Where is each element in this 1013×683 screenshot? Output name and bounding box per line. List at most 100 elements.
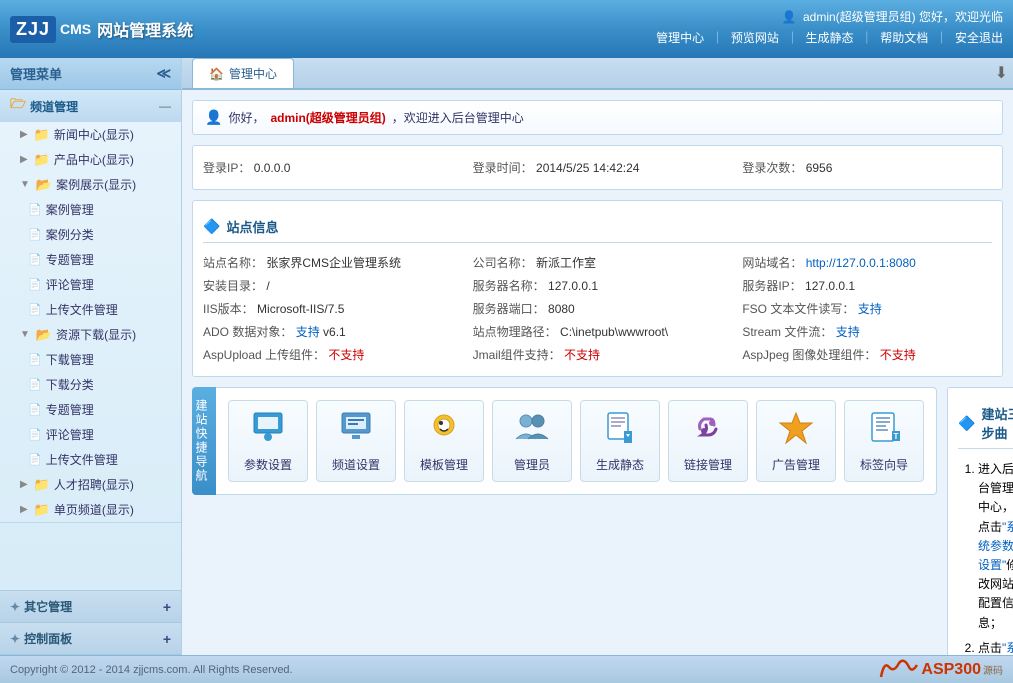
login-time-label: 登录时间：	[473, 161, 533, 175]
login-time-value: 2014/5/25 14:42:24	[536, 161, 639, 175]
sidebar-footer: ✦ 其它管理 + ✦ 控制面板 +	[0, 590, 181, 655]
aspjpeg-item: AspJpeg 图像处理组件： 不支持	[742, 346, 992, 363]
quick-nav-channel[interactable]: 频道设置	[316, 400, 396, 482]
tree-toggle-recruit: ▶	[20, 479, 28, 490]
sidebar-item-dl-mgr[interactable]: 📄 下载管理	[0, 347, 181, 372]
folder-icon-cases: 📂	[36, 177, 52, 193]
quick-nav-label: 建站快捷导航	[192, 387, 216, 495]
quick-nav-row: 建站快捷导航 参数设置	[192, 387, 937, 495]
sidebar-item-single[interactable]: ▶ 📁 单页频道(显示)	[0, 497, 181, 522]
item-icon-dl-mgr: 📄	[28, 353, 42, 366]
sidebar-footer-control[interactable]: ✦ 控制面板 +	[0, 623, 181, 655]
link-icon	[690, 409, 726, 452]
nav-generate[interactable]: 生成静态	[806, 31, 854, 45]
folder-icon-single: 📁	[34, 502, 50, 518]
footer-copyright: Copyright © 2012 - 2014 zjjcms.com. All …	[10, 664, 293, 676]
login-info-grid: 登录IP： 0.0.0.0 登录时间： 2014/5/25 14:42:24 登…	[192, 145, 1003, 190]
build-step-1: 进入后台管理中心，点击"系统参数设置"修改网站配置信息；	[978, 457, 1013, 636]
sidebar-item-dl-upload[interactable]: 📄 上传文件管理	[0, 447, 181, 472]
login-ip-item: 登录IP： 0.0.0.0	[203, 159, 453, 176]
sidebar-item-recruit[interactable]: ▶ 📁 人才招聘(显示)	[0, 472, 181, 497]
sidebar-item-case-topic[interactable]: 📄 专题管理	[0, 247, 181, 272]
login-info-row: 登录IP： 0.0.0.0 登录时间： 2014/5/25 14:42:24 登…	[203, 156, 992, 179]
item-icon-dl-upload: 📄	[28, 453, 42, 466]
sidebar-item-cases-label: 案例展示(显示)	[56, 176, 136, 193]
sidebar-footer-control-title: ✦ 控制面板	[10, 630, 72, 647]
link-label: 链接管理	[684, 456, 732, 473]
item-icon-case-upload: 📄	[28, 303, 42, 316]
main-wrap: 管理菜单 ≪ 🗁 频道管理 — ▶ 📁 新闻中心(显示) ▶ 📁 产品中心(显示…	[0, 58, 1013, 655]
content-area: 🏠 管理中心 ⬇ 👤 你好， admin(超级管理员组) ，欢迎进入后台管理中心…	[182, 58, 1013, 655]
nav-sep-4: ｜	[936, 31, 948, 45]
sidebar-item-resource[interactable]: ▼ 📂 资源下载(显示)	[0, 322, 181, 347]
build-step-1-link[interactable]: "系统参数设置"	[978, 520, 1013, 572]
fso-link[interactable]: 支持	[858, 302, 882, 316]
quick-nav-tag[interactable]: T 标签向导	[844, 400, 924, 482]
sidebar-item-dl-cat[interactable]: 📄 下载分类	[0, 372, 181, 397]
sidebar-footer-other-title: ✦ 其它管理	[10, 598, 72, 615]
nav-preview[interactable]: 预览网站	[731, 31, 779, 45]
footer: Copyright © 2012 - 2014 zjjcms.com. All …	[0, 655, 1013, 683]
quick-nav-ad[interactable]: 广告管理	[756, 400, 836, 482]
site-info-icon: 🔷	[203, 218, 220, 235]
tree-toggle-news: ▶	[20, 129, 28, 140]
stream-item: Stream 文件流： 支持	[742, 323, 992, 340]
quick-nav-params[interactable]: 参数设置	[228, 400, 308, 482]
channel-collapse-icon[interactable]: —	[159, 99, 171, 113]
folder-icon-recruit: 📁	[34, 477, 50, 493]
sidebar-item-dl-topic[interactable]: 📄 专题管理	[0, 397, 181, 422]
sidebar-item-case-comment[interactable]: 📄 评论管理	[0, 272, 181, 297]
sidebar-item-recruit-label: 人才招聘(显示)	[54, 476, 134, 493]
plus-icon-control[interactable]: +	[163, 631, 171, 647]
channel-section-title: 🗁 频道管理	[10, 95, 78, 117]
admin-icon	[514, 409, 550, 452]
stream-link[interactable]: 支持	[836, 325, 860, 339]
site-info-row-5: AspUpload 上传组件： 不支持 Jmail组件支持： 不支持 AspJp…	[203, 343, 992, 366]
user-icon: 👤	[782, 10, 797, 24]
sidebar-item-dl-comment-label: 评论管理	[46, 426, 94, 443]
login-ip-label: 登录IP：	[203, 161, 250, 175]
build-step-2-link[interactable]: "系统频道设置"	[978, 641, 1013, 655]
tab-admin-center-label: 管理中心	[229, 65, 277, 82]
sidebar-item-product[interactable]: ▶ 📁 产品中心(显示)	[0, 147, 181, 172]
channel-section-header[interactable]: 🗁 频道管理 —	[0, 90, 181, 122]
sidebar-item-case-upload[interactable]: 📄 上传文件管理	[0, 297, 181, 322]
template-label: 模板管理	[420, 456, 468, 473]
iis-version-item: IIS版本： Microsoft-IIS/7.5	[203, 300, 453, 317]
item-icon-dl-topic: 📄	[28, 403, 42, 416]
aspupload-item: AspUpload 上传组件： 不支持	[203, 346, 453, 363]
sidebar-item-cases[interactable]: ▼ 📂 案例展示(显示)	[0, 172, 181, 197]
sidebar-item-case-mgr[interactable]: 📄 案例管理	[0, 197, 181, 222]
sidebar-item-case-cat[interactable]: 📄 案例分类	[0, 222, 181, 247]
nav-logout[interactable]: 安全退出	[955, 31, 1003, 45]
quick-nav-template[interactable]: 模板管理	[404, 400, 484, 482]
sidebar-item-dl-topic-label: 专题管理	[46, 401, 94, 418]
sidebar-item-dl-upload-label: 上传文件管理	[46, 451, 118, 468]
sidebar-collapse-btn[interactable]: ≪	[156, 65, 171, 82]
welcome-icon: 👤	[205, 109, 222, 126]
quick-nav-admin[interactable]: 管理员	[492, 400, 572, 482]
site-info-row-3: IIS版本： Microsoft-IIS/7.5 服务器端口： 8080 FSO…	[203, 297, 992, 320]
quick-nav-link[interactable]: 链接管理	[668, 400, 748, 482]
sidebar-item-news-label: 新闻中心(显示)	[54, 126, 134, 143]
sidebar-item-news[interactable]: ▶ 📁 新闻中心(显示)	[0, 122, 181, 147]
quick-nav-generate[interactable]: 生成静态	[580, 400, 660, 482]
ad-label: 广告管理	[772, 456, 820, 473]
sidebar-footer-other[interactable]: ✦ 其它管理 +	[0, 591, 181, 623]
tab-admin-center[interactable]: 🏠 管理中心	[192, 58, 294, 88]
sidebar-item-dl-comment[interactable]: 📄 评论管理	[0, 422, 181, 447]
nav-help[interactable]: 帮助文档	[880, 31, 928, 45]
tab-expand-btn[interactable]: ⬇	[995, 63, 1008, 83]
sidebar-item-single-label: 单页频道(显示)	[54, 501, 134, 518]
server-name-item: 服务器名称： 127.0.0.1	[473, 277, 723, 294]
gear-icon-control: ✦	[10, 632, 20, 646]
nav-admin-center[interactable]: 管理中心	[656, 31, 704, 45]
domain-link[interactable]: http://127.0.0.1:8080	[806, 256, 916, 270]
sidebar-item-dl-mgr-label: 下载管理	[46, 351, 94, 368]
plus-icon-other[interactable]: +	[163, 599, 171, 615]
sidebar-header: 管理菜单 ≪	[0, 58, 181, 90]
folder-icon: 🗁	[10, 95, 26, 117]
logo-cms: CMS	[60, 21, 91, 37]
ado-link[interactable]: 支持	[296, 325, 320, 339]
channel-label: 频道设置	[332, 456, 380, 473]
